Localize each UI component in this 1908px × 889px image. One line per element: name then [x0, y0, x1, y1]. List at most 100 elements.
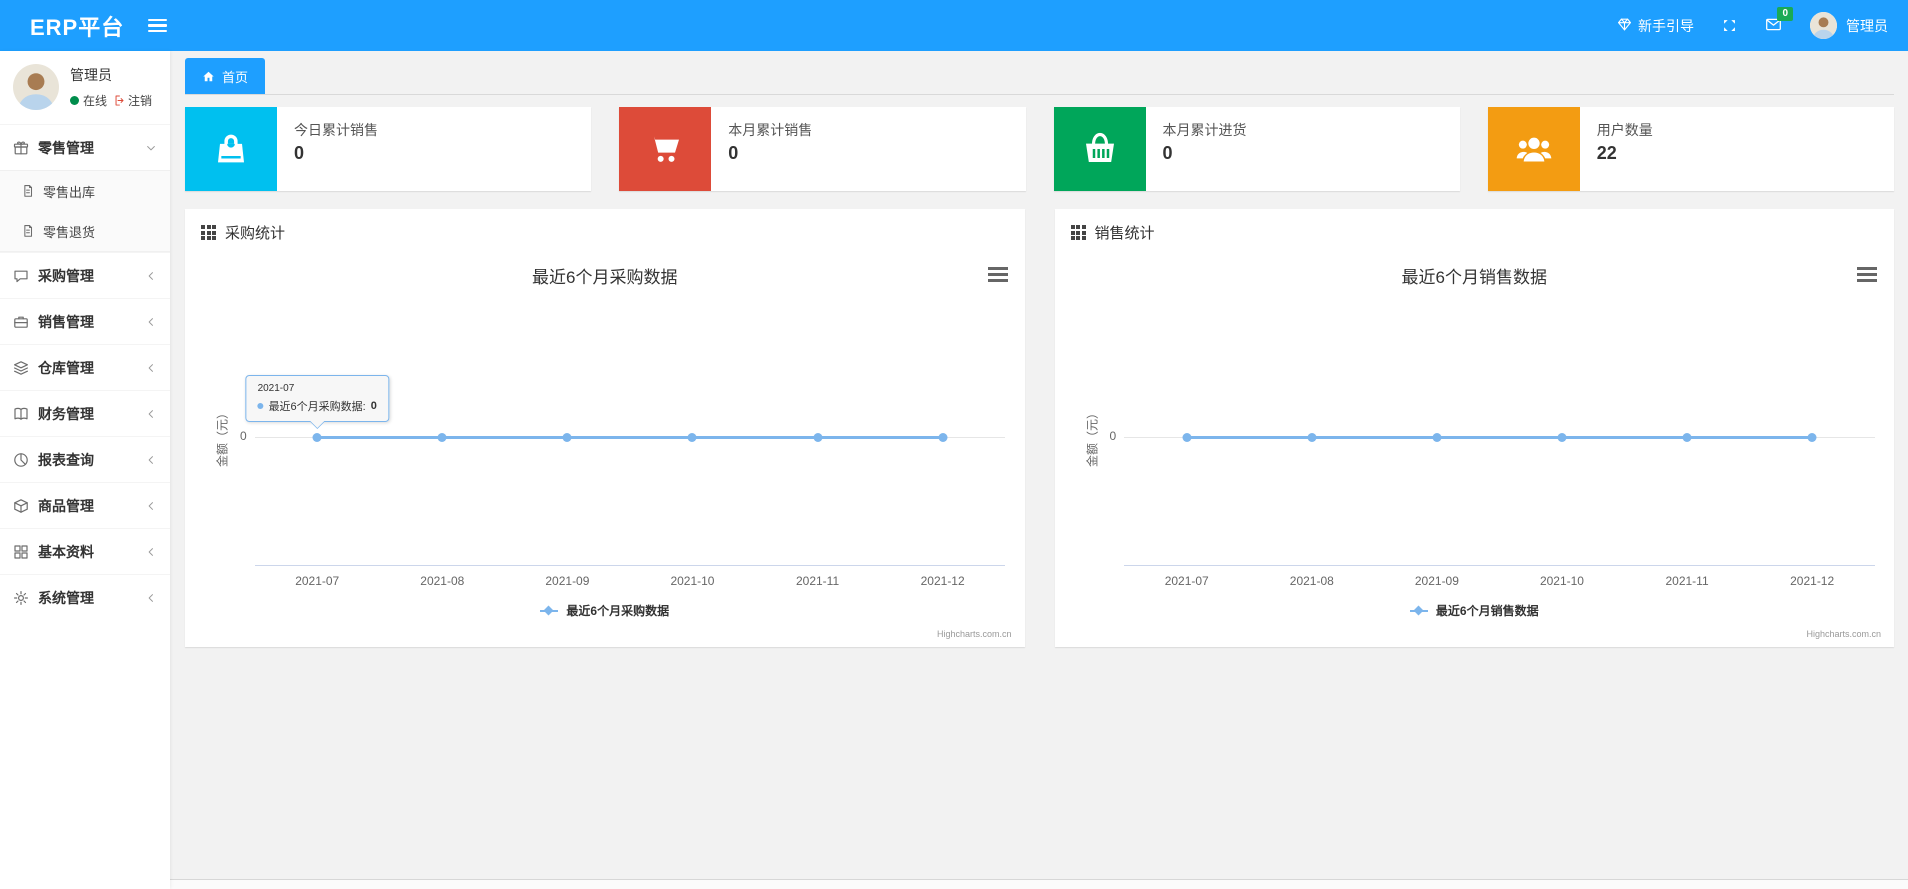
legend[interactable]: 最近6个月销售数据: [1055, 602, 1895, 619]
chevron-left-icon: [145, 362, 157, 374]
legend-label: 最近6个月销售数据: [1435, 604, 1539, 618]
submenu-item-label: 零售退货: [43, 224, 96, 240]
chart-tooltip: 2021-07 最近6个月采购数据: 0: [245, 375, 389, 429]
sidebar-submenu: 零售出库 零售退货: [0, 170, 170, 252]
shopping-cart-icon: [650, 136, 680, 162]
sidebar-item-retail-out[interactable]: 零售出库: [0, 171, 170, 211]
fullscreen-button[interactable]: [1722, 18, 1737, 33]
x-axis-label: 2021-10: [1539, 574, 1584, 588]
sidebar-user-panel: 管理员 在线 注销: [0, 51, 170, 124]
main-content: 首页 今日累计销售 0 本月累计销售 0 本月累计进货 0 用户数量 22 采购统计 最近6个月…: [170, 51, 1908, 889]
stat-card-1[interactable]: 本月累计销售 0: [619, 107, 1026, 191]
stat-card-2[interactable]: 本月累计进货 0: [1053, 107, 1460, 191]
series-line: [1186, 436, 1813, 439]
sales-chart: 最近6个月销售数据 金额（元） 0 2021-07 2021-08 2021-09 2021…: [1055, 253, 1895, 647]
pie-chart-icon: [14, 452, 28, 467]
highcharts-credit[interactable]: Highcharts.com.cn: [1806, 629, 1881, 639]
sidebar-item-reports[interactable]: 报表查询: [0, 436, 170, 482]
x-axis-label: 2021-12: [1790, 574, 1835, 588]
user-menu[interactable]: 管理员: [1810, 12, 1888, 39]
gift-icon: [13, 140, 29, 154]
chevron-left-icon: [145, 500, 157, 512]
stat-card-value: 0: [1162, 143, 1173, 163]
sidebar-item-goods[interactable]: 商品管理: [0, 482, 170, 528]
x-axis-label: 2021-08: [420, 574, 465, 588]
x-axis-label: 2021-09: [1414, 574, 1459, 588]
tooltip-header: 2021-07: [257, 383, 295, 394]
tooltip-series-line: 最近6个月采购数据: 0: [257, 398, 377, 414]
x-axis-label: 2021-12: [920, 574, 965, 588]
data-point: [1182, 433, 1192, 442]
x-axis-line: [1124, 565, 1875, 566]
sidebar-item-label: 仓库管理: [38, 359, 94, 376]
stat-card-label: 用户数量: [1596, 122, 1653, 138]
chevron-left-icon: [148, 455, 153, 464]
y-axis-tick-label: 0: [1109, 429, 1117, 443]
sidebar-item-label: 基本资料: [38, 543, 94, 560]
logout-icon: [111, 94, 124, 107]
tooltip-series-label: 最近6个月采购数据:: [268, 401, 366, 413]
page-footer: [170, 879, 1908, 889]
y-axis-title: 金额（元）: [1085, 406, 1099, 468]
sidebar-item-retail-return[interactable]: 零售退货: [0, 211, 170, 251]
file-icon: [24, 185, 33, 197]
gear-icon: [14, 590, 28, 605]
chevron-down-icon: [145, 142, 157, 154]
sidebar-item-finance[interactable]: 财务管理: [0, 390, 170, 436]
sidebar-item-sales[interactable]: 销售管理: [0, 298, 170, 344]
avatar: [13, 64, 59, 110]
layers-icon: [14, 360, 28, 375]
legend[interactable]: 最近6个月采购数据: [185, 602, 1025, 619]
book-icon: [14, 407, 28, 420]
sidebar-item-basic[interactable]: 基本资料: [0, 528, 170, 574]
chevron-left-icon: [148, 363, 153, 372]
sidebar-item-retail[interactable]: 零售管理: [0, 124, 170, 170]
chevron-left-icon: [148, 547, 153, 556]
sidebar-item-label: 财务管理: [38, 405, 94, 422]
tab-home[interactable]: 首页: [185, 58, 266, 94]
sidebar-item-label: 采购管理: [38, 267, 94, 284]
data-point: [1682, 433, 1692, 442]
stat-card-body: 用户数量 22: [1580, 107, 1670, 191]
data-point: [437, 433, 447, 442]
avatar: [1810, 12, 1837, 39]
logout-link[interactable]: 注销: [128, 92, 152, 109]
chart-context-menu-button[interactable]: [1857, 267, 1877, 282]
guide-button[interactable]: 新手引导: [1617, 16, 1694, 36]
chart-context-menu-button[interactable]: [987, 267, 1008, 282]
stat-card-icon-box: [619, 107, 712, 191]
sidebar-item-warehouse[interactable]: 仓库管理: [0, 344, 170, 390]
chevron-left-icon: [148, 593, 153, 602]
data-point: [562, 433, 572, 442]
x-axis-label: 2021-08: [1289, 574, 1334, 588]
stat-card-value: 22: [1596, 143, 1617, 163]
chevron-left-icon: [148, 271, 153, 280]
data-point: [687, 433, 697, 442]
stat-card-label: 今日累计销售: [294, 122, 378, 138]
messages-button[interactable]: 0: [1765, 6, 1793, 36]
sidebar-toggle-button[interactable]: [148, 18, 168, 33]
avatar-icon: [13, 64, 59, 110]
sidebar-item-system[interactable]: 系统管理: [0, 574, 170, 620]
sidebar-item-label: 销售管理: [38, 313, 94, 330]
highcharts-credit[interactable]: Highcharts.com.cn: [937, 629, 1012, 639]
x-axis-label: 2021-07: [295, 574, 340, 588]
data-point: [813, 433, 823, 442]
stat-card-body: 今日累计销售 0: [277, 107, 395, 191]
tooltip-series-dot: [257, 403, 264, 409]
purchase-stats-panel: 采购统计 最近6个月采购数据 金额（元） 0 2021-07 2021-08 2021-09…: [185, 209, 1025, 647]
tab-home-label: 首页: [222, 69, 249, 85]
stat-card-icon-box: [1053, 107, 1146, 191]
sidebar-item-label: 系统管理: [38, 589, 94, 606]
y-axis-tick-label: 0: [239, 429, 247, 443]
sidebar-item-purchase[interactable]: 采购管理: [0, 252, 170, 298]
chevron-left-icon: [148, 317, 153, 326]
message-count-badge: 0: [1777, 6, 1793, 21]
stat-card-0[interactable]: 今日累计销售 0: [185, 107, 592, 191]
submenu-item-label: 零售出库: [43, 184, 96, 200]
sidebar-item-label: 报表查询: [38, 451, 94, 468]
stat-card-3[interactable]: 用户数量 22: [1487, 107, 1894, 191]
shopping-basket-icon: [1085, 132, 1114, 162]
chat-icon: [14, 270, 28, 282]
th-grid-icon: [201, 225, 216, 240]
